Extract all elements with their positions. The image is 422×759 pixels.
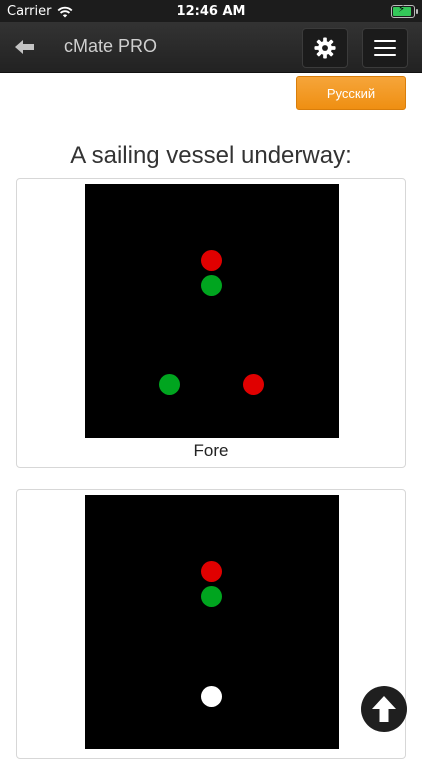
card-caption: Fore [193, 441, 229, 460]
light-diagram-fore [85, 184, 339, 438]
masthead-green-light [201, 586, 222, 607]
status-bar: Carrier 12:46 AM ⚡ [0, 0, 422, 22]
status-right: ⚡ [391, 4, 418, 19]
light-diagram-second [85, 495, 339, 749]
page-title: A sailing vessel underway: [70, 142, 352, 169]
language-button[interactable]: Русский [296, 76, 406, 110]
gear-icon [314, 37, 336, 59]
light-card-fore: Fore [16, 178, 406, 468]
back-button[interactable] [12, 34, 38, 60]
menu-button[interactable] [362, 28, 408, 68]
hamburger-icon [374, 40, 396, 56]
nav-bar: cMate PRO [0, 22, 422, 73]
battery-icon: ⚡ [391, 4, 418, 18]
sternlight-white [201, 686, 222, 707]
settings-button[interactable] [302, 28, 348, 68]
light-card-second [16, 489, 406, 759]
arrow-left-icon [15, 40, 34, 54]
scroll-top-button[interactable] [361, 686, 407, 732]
masthead-green-light [201, 275, 222, 296]
port-sidelight [243, 374, 264, 395]
app-title: cMate PRO [64, 36, 158, 56]
arrow-up-icon [372, 696, 396, 722]
masthead-red-light [201, 561, 222, 582]
starboard-sidelight [159, 374, 180, 395]
status-time: 12:46 AM [176, 4, 246, 19]
masthead-red-light [201, 250, 222, 271]
